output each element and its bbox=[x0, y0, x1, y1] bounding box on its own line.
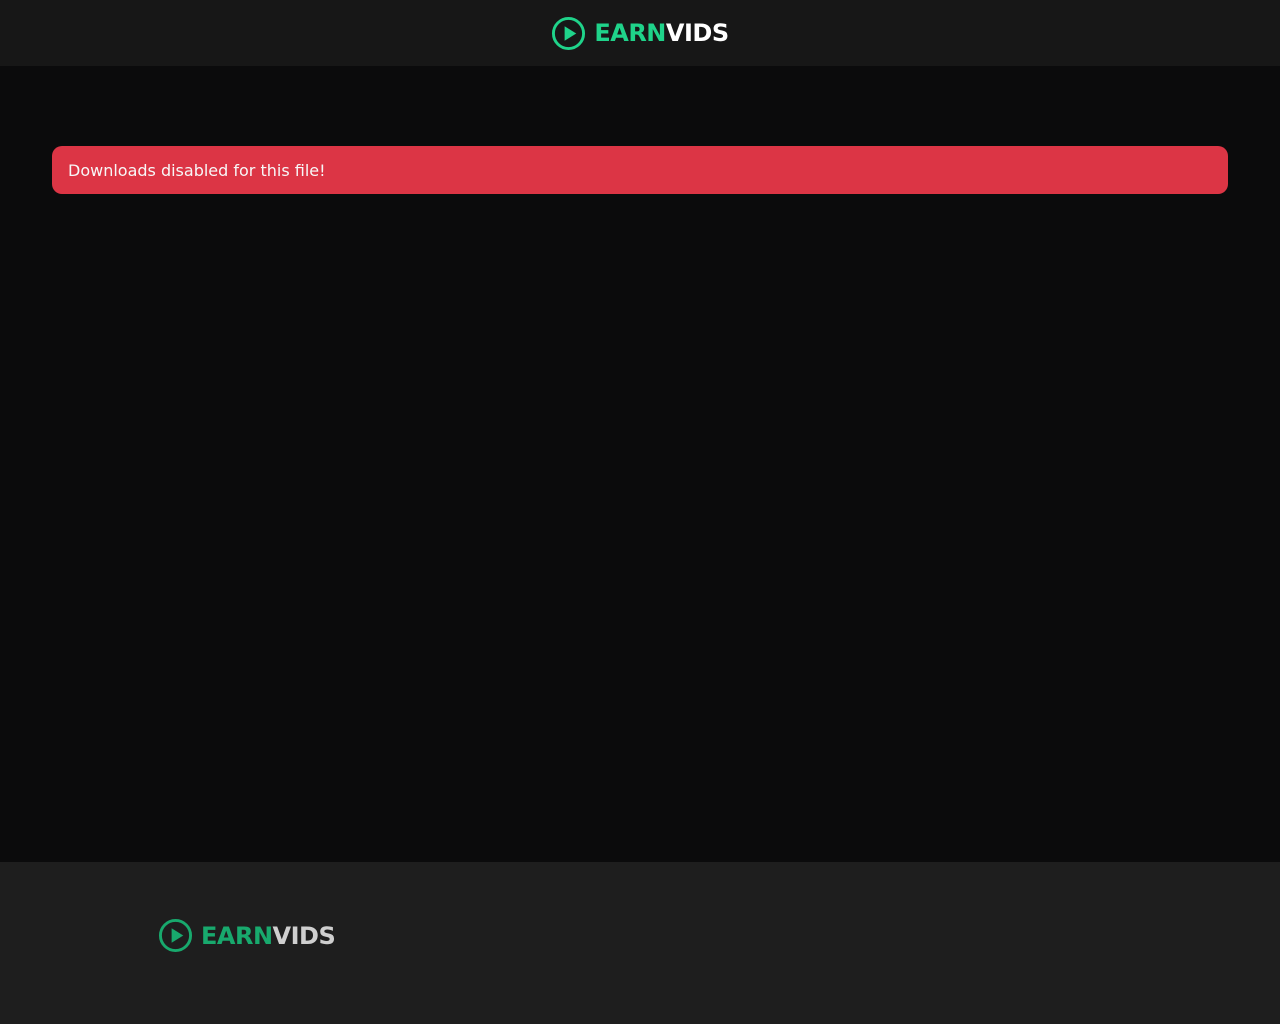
footer: EARNVIDS bbox=[0, 862, 1280, 1024]
logo-text: EARNVIDS bbox=[594, 19, 729, 47]
logo-text-vids: VIDS bbox=[272, 921, 336, 950]
logo-text-vids: VIDS bbox=[665, 19, 729, 47]
logo-text-earn: EARN bbox=[594, 19, 666, 47]
logo-text-earn: EARN bbox=[201, 921, 273, 950]
play-circle-icon bbox=[552, 16, 586, 50]
error-alert: Downloads disabled for this file! bbox=[52, 146, 1228, 194]
main-content: Downloads disabled for this file! bbox=[0, 66, 1280, 862]
header-logo[interactable]: EARNVIDS bbox=[551, 16, 729, 51]
top-bar: EARNVIDS bbox=[0, 0, 1280, 66]
footer-logo[interactable]: EARNVIDS bbox=[158, 918, 336, 953]
alert-message: Downloads disabled for this file! bbox=[68, 160, 326, 180]
page: EARNVIDS Downloads disabled for this fil… bbox=[0, 0, 1280, 1024]
play-circle-icon bbox=[158, 918, 193, 953]
logo-text: EARNVIDS bbox=[201, 921, 336, 950]
